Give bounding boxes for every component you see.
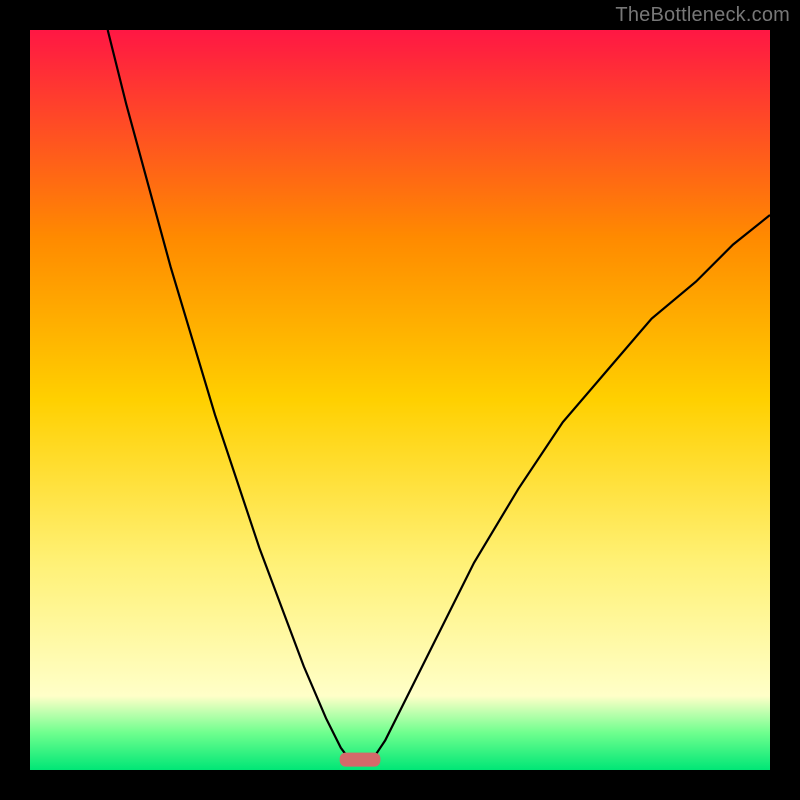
gradient-bg (30, 30, 770, 770)
min-marker (340, 753, 381, 767)
watermark-text: TheBottleneck.com (615, 4, 790, 27)
chart-frame: TheBottleneck.com (0, 0, 800, 800)
chart-area (30, 30, 770, 770)
chart-svg (30, 30, 770, 770)
